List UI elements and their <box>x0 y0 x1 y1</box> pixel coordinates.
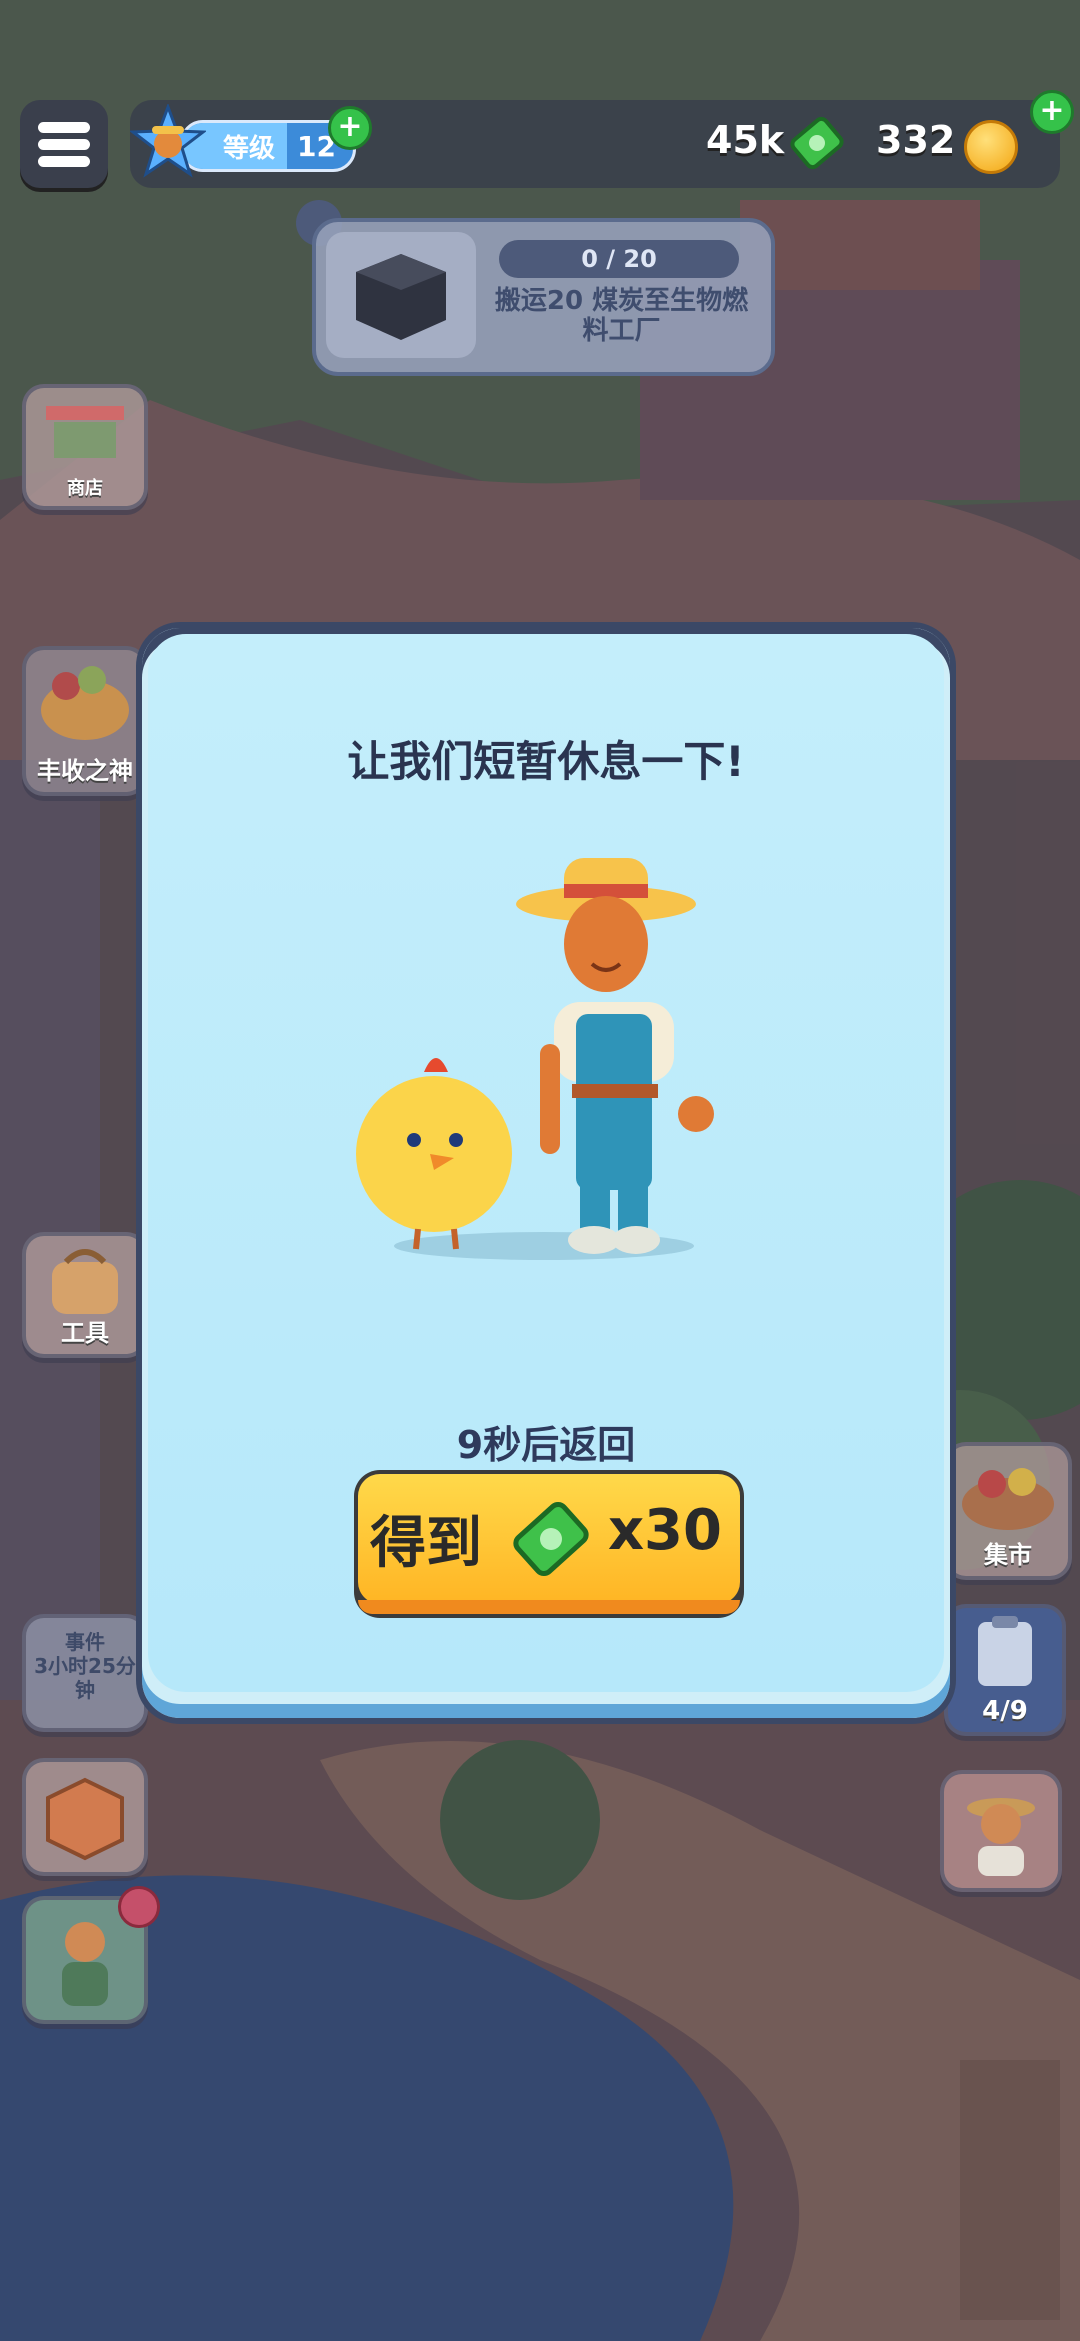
quest-description: 搬运20 煤炭至生物燃料工厂 <box>494 286 749 346</box>
tools-button[interactable]: 工具 <box>22 1232 148 1358</box>
coin-icon <box>964 120 1018 174</box>
dialog-title: 让我们短暂休息一下! <box>347 737 745 786</box>
farmer-profile-button[interactable] <box>940 1770 1062 1892</box>
menu-line-icon <box>38 139 90 150</box>
menu-line-icon <box>38 156 90 167</box>
farmer-avatar-star-icon <box>130 104 206 178</box>
shop-label: 商店 <box>67 478 103 499</box>
harvest-god-button[interactable]: 丰收之神 <box>22 646 148 796</box>
notification-dot <box>118 1886 160 1928</box>
claim-button-stripe <box>358 1600 740 1614</box>
tasks-button[interactable]: 4/9 <box>944 1604 1066 1736</box>
event-button[interactable]: 事件 3小时25分钟 <box>22 1614 148 1732</box>
toolbag-icon <box>52 1249 118 1314</box>
quest-card[interactable]: 0 / 20 搬运20 煤炭至生物燃料工厂 <box>312 218 775 376</box>
market-basket-icon <box>962 1468 1054 1530</box>
crate-icon <box>46 1777 124 1861</box>
plus-glyph: + <box>337 109 363 144</box>
farmer-avatar-icon <box>967 1798 1035 1876</box>
claim-reward-button[interactable]: 得到 x30 <box>354 1470 744 1618</box>
tools-label: 工具 <box>61 1319 109 1347</box>
claim-multiplier: x30 <box>607 1498 722 1563</box>
coal-icon <box>326 232 476 358</box>
coal-crate-shape <box>356 254 446 340</box>
menu-button[interactable] <box>20 100 108 188</box>
add-coins-plus-icon[interactable]: + <box>1030 90 1074 134</box>
quest-progress: 0 / 20 <box>499 240 739 278</box>
dialog-panel: 让我们短暂休息一下! 9秒后返回 得到 x30 <box>148 634 944 1692</box>
claim-label: 得到 <box>370 1511 482 1576</box>
cash-amount: 45k <box>706 118 785 162</box>
harvest-basket-icon <box>41 666 129 740</box>
clipboard-icon <box>978 1616 1032 1686</box>
shop-stall-icon <box>46 406 124 458</box>
tasks-progress: 4/9 <box>982 1696 1028 1726</box>
shop-button[interactable]: 商店 <box>22 384 148 510</box>
event-timer: 3小时25分钟 <box>34 1654 136 1702</box>
add-level-plus-icon[interactable]: + <box>328 106 372 150</box>
menu-line-icon <box>38 122 90 133</box>
crate-button[interactable] <box>22 1758 148 1876</box>
event-title: 事件 <box>65 1630 105 1654</box>
cash-icon <box>513 1501 589 1577</box>
break-dialog: 让我们短暂休息一下! 9秒后返回 得到 x30 <box>136 622 956 1724</box>
plus-glyph: + <box>1039 93 1065 128</box>
market-button[interactable]: 集市 <box>944 1442 1072 1580</box>
market-label: 集市 <box>984 1541 1032 1569</box>
countdown-text: 9秒后返回 <box>456 1423 636 1467</box>
coin-amount: 332 <box>876 118 956 162</box>
farmer-and-chick-illustration <box>356 858 714 1260</box>
harvest-god-label: 丰收之神 <box>37 757 133 785</box>
cash-icon <box>790 116 844 170</box>
